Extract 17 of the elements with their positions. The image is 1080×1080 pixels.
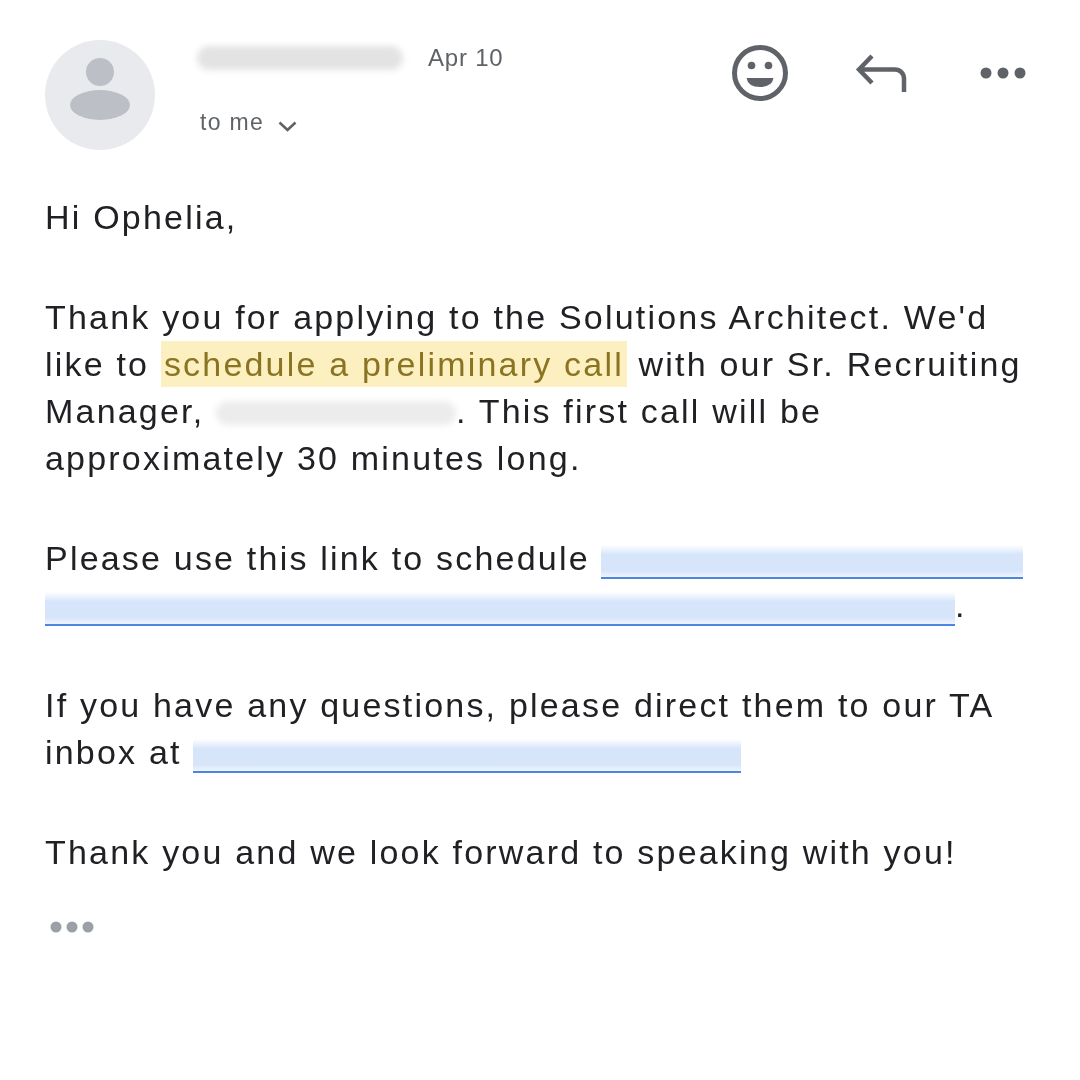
reply-icon[interactable] (855, 54, 908, 92)
redacted-link[interactable] (193, 739, 742, 773)
smiley-icon[interactable] (732, 45, 788, 101)
more-icon[interactable] (980, 67, 1026, 79)
message-date: Apr 10 (428, 44, 504, 72)
redacted-link[interactable] (45, 592, 955, 626)
email-paragraph: Thank you for applying to the Solutions Architect. We'd like to schedule a preliminary call with our Sr. Recruiting Manager, . This first call will be approximately 30 minutes long. (45, 297, 1023, 479)
greeting-text: Hi Ophelia, (45, 197, 239, 238)
ellipsis-icon[interactable] (50, 921, 96, 933)
email-paragraph: If you have any questions, please direct them to our TA inbox at (45, 685, 994, 775)
redacted-link[interactable] (601, 545, 1024, 579)
avatar-icon (45, 40, 155, 150)
chevron-down-icon[interactable] (278, 120, 298, 132)
email-paragraph: Please use this link to schedule . (45, 535, 1035, 629)
highlighted-text: schedule a preliminary call (160, 341, 627, 387)
email-paragraph: Thank you and we look forward to speaking with you! (45, 832, 958, 873)
recipient-label: to me (200, 108, 265, 136)
